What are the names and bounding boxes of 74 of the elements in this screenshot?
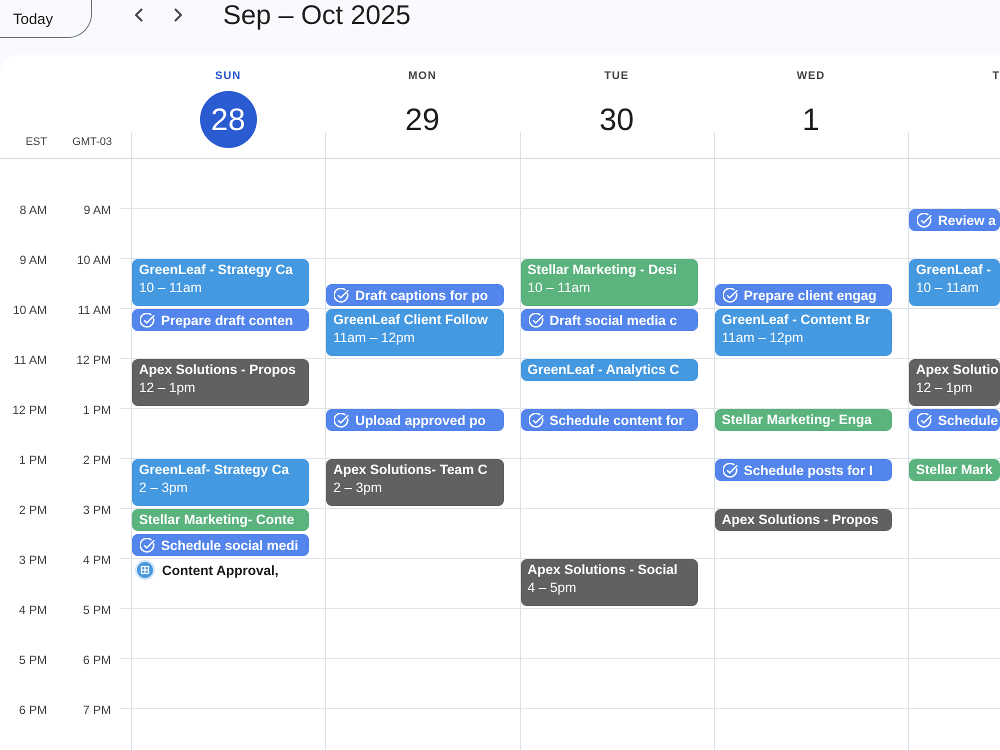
time-label: 1 PM (82, 403, 111, 417)
check-circle-icon (140, 538, 155, 552)
check-circle-icon (334, 412, 350, 428)
check-circle-icon (140, 312, 155, 328)
calendar-task[interactable]: Draft social media c (520, 309, 698, 331)
calendar-task[interactable]: Schedule social medi (132, 534, 310, 556)
calendar-task[interactable]: Schedule posts for I (714, 459, 892, 481)
timezone-label: GMT-03 (71, 136, 112, 149)
calendar-event[interactable]: Stellar Marketing - Desi 10 – 11am (520, 259, 698, 306)
time-label: 2 PM (18, 503, 47, 517)
chevron-left-icon (134, 8, 142, 22)
calendar-task[interactable]: Draft captions for po (326, 284, 504, 306)
time-label: 1 PM (18, 453, 47, 467)
time-label: 6 PM (82, 653, 111, 667)
check-circle-icon (528, 412, 544, 428)
calendar-task[interactable]: Prepare draft conten (132, 309, 310, 331)
calendar-event[interactable]: Apex Solutions- Team C 2 – 3pm (326, 459, 504, 506)
time-label: 5 PM (82, 603, 111, 617)
day-date[interactable]: 1 (782, 91, 840, 148)
calendar-event[interactable]: GreenLeaf - Analytics C (520, 359, 698, 381)
day-name: SUN (215, 69, 242, 83)
check-circle-icon (722, 462, 738, 478)
time-label: 9 AM (82, 203, 111, 217)
calendar-event[interactable]: Apex Solutio 12 – 1pm (909, 359, 1000, 406)
time-label: 9 AM (18, 253, 47, 267)
time-label: 10 AM (76, 253, 111, 267)
time-label: 10 AM (12, 303, 47, 317)
calendar-task[interactable]: Schedule content for (520, 409, 698, 431)
grid-icon (135, 560, 155, 580)
appointment-slot[interactable]: Content Approval, (132, 559, 310, 581)
day-date[interactable]: 29 (394, 91, 451, 148)
calendar-task[interactable]: Prepare client engag (714, 284, 892, 306)
calendar-task[interactable]: Schedule (909, 409, 1000, 431)
day-name: TUE (604, 69, 629, 83)
calendar-event[interactable]: GreenLeaf Client Follow 11am – 12pm (326, 309, 504, 356)
calendar-event[interactable]: GreenLeaf - Content Br 11am – 12pm (714, 309, 892, 356)
calendar-event[interactable]: GreenLeaf - 10 – 11am (909, 259, 1000, 306)
time-label: 12 PM (75, 353, 111, 367)
today-button[interactable]: Today (0, 0, 92, 38)
day-date[interactable]: 30 (588, 91, 646, 148)
time-label: 4 PM (82, 553, 111, 567)
chevron-right-icon (174, 8, 182, 22)
day-name: T (992, 69, 1000, 83)
day-name: WED (796, 69, 826, 83)
time-label: 7 PM (82, 703, 111, 717)
date-range-title: Sep – Oct 2025 (223, 0, 411, 30)
time-label: 5 PM (18, 653, 47, 667)
time-label: 12 PM (11, 403, 47, 417)
calendar-event[interactable]: Apex Solutions - Propos (714, 509, 892, 531)
day-date[interactable]: 28 (200, 91, 257, 148)
calendar-event[interactable]: GreenLeaf- Strategy Ca 2 – 3pm (132, 459, 310, 506)
calendar-event[interactable]: Apex Solutions - Propos 12 – 1pm (132, 359, 310, 406)
check-circle-icon (917, 412, 932, 428)
calendar-event[interactable]: Stellar Mark (909, 459, 1000, 481)
time-label: 3 PM (82, 503, 111, 517)
time-label: 11 AM (76, 303, 111, 317)
check-circle-icon (917, 212, 932, 228)
calendar-task[interactable]: Upload approved po (326, 409, 504, 431)
time-label: 8 AM (18, 203, 47, 217)
time-label: 6 PM (18, 703, 47, 717)
check-circle-icon (334, 288, 350, 302)
check-circle-icon (528, 312, 544, 328)
time-label: 4 PM (18, 603, 47, 617)
calendar-event[interactable]: Stellar Marketing- Conte (132, 509, 310, 531)
calendar-event[interactable]: GreenLeaf - Strategy Ca 10 – 11am (132, 259, 310, 306)
day-name: MON (408, 69, 437, 83)
time-label: 11 AM (12, 353, 47, 367)
calendar-task[interactable]: Review a (909, 209, 1000, 231)
timezone-label: EST (24, 136, 47, 149)
time-label: 2 PM (82, 453, 111, 467)
time-label: 3 PM (18, 553, 47, 567)
check-circle-icon (722, 288, 738, 302)
calendar-event[interactable]: Apex Solutions - Social 4 – 5pm (520, 559, 698, 606)
calendar-event[interactable]: Stellar Marketing- Enga (714, 409, 892, 431)
